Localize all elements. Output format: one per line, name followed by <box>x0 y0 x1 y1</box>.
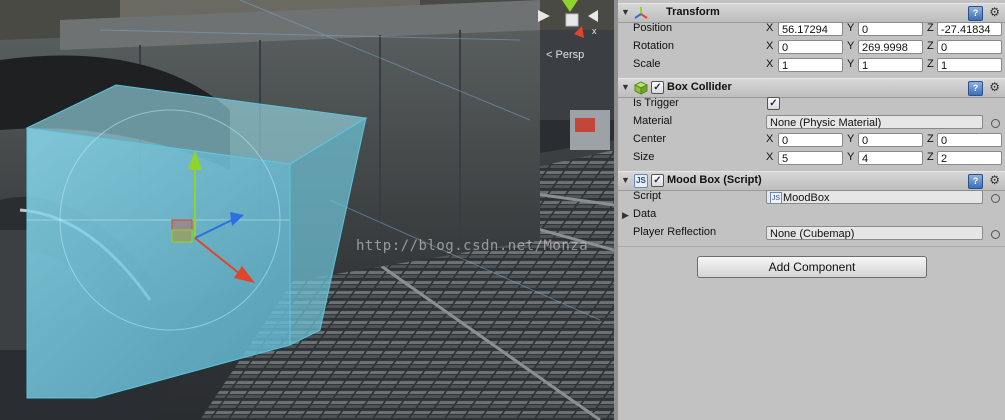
script-file-icon: JS <box>770 192 782 203</box>
mood-box-title: Mood Box (Script) <box>667 174 762 186</box>
inspector-panel: ▼ Transform ? ⚙ Position X 56.17294 Y 0 … <box>618 0 1005 420</box>
position-y-field[interactable]: 0 <box>858 22 923 36</box>
center-x-label: X <box>766 133 774 145</box>
rotation-y-label: Y <box>847 40 855 52</box>
script-field[interactable]: JS MoodBox <box>766 190 983 204</box>
position-x-label: X <box>766 22 774 34</box>
fold-arrow-icon[interactable]: ▼ <box>621 82 630 92</box>
view-mode-label[interactable]: < Persp <box>546 49 584 61</box>
add-component-button[interactable]: Add Component <box>697 256 927 278</box>
center-z-field[interactable]: 0 <box>937 133 1002 147</box>
data-fold-arrow-icon[interactable]: ▶ <box>622 210 629 221</box>
separator <box>618 246 1005 247</box>
scale-z-label: Z <box>927 58 934 70</box>
player-reflection-label: Player Reflection <box>633 226 717 238</box>
fold-arrow-icon[interactable]: ▼ <box>621 175 630 185</box>
size-y-field[interactable]: 4 <box>858 151 923 165</box>
scene-gizmo-icon[interactable]: x <box>530 0 610 45</box>
transform-title: Transform <box>666 6 720 18</box>
scale-label: Scale <box>633 58 661 70</box>
svg-text:x: x <box>592 26 597 36</box>
object-picker-icon[interactable] <box>991 230 1000 239</box>
script-file-icon: JS <box>634 174 648 188</box>
move-gizmo-icon[interactable] <box>160 148 260 288</box>
scale-y-label: Y <box>847 58 855 70</box>
size-y-label: Y <box>847 151 855 163</box>
scale-z-field[interactable]: 1 <box>937 58 1002 72</box>
mood-box-enabled-checkbox[interactable]: ✓ <box>651 174 664 187</box>
position-x-field[interactable]: 56.17294 <box>778 22 843 36</box>
script-label: Script <box>633 190 662 202</box>
gear-icon[interactable]: ⚙ <box>989 5 1000 19</box>
position-y-label: Y <box>847 22 855 34</box>
center-z-label: Z <box>927 133 934 145</box>
box-collider-icon <box>634 81 648 95</box>
position-label: Position <box>633 22 673 34</box>
center-label: Center <box>633 133 667 145</box>
rotation-y-field[interactable]: 269.9998 <box>858 40 923 54</box>
object-picker-icon[interactable] <box>991 119 1000 128</box>
position-z-field[interactable]: -27.41834 <box>937 22 1002 36</box>
scale-x-field[interactable]: 1 <box>778 58 843 72</box>
scale-x-label: X <box>766 58 774 70</box>
player-reflection-field[interactable]: None (Cubemap) <box>766 226 983 240</box>
view-mode-text: Persp <box>555 49 585 61</box>
fold-arrow-icon[interactable]: ▼ <box>621 7 630 17</box>
view-mode-chevron-icon: < <box>546 49 553 61</box>
size-z-label: Z <box>927 151 934 163</box>
gear-icon[interactable]: ⚙ <box>989 80 1000 94</box>
scene-render <box>0 0 614 420</box>
rotation-x-label: X <box>766 40 774 52</box>
box-collider-enabled-checkbox[interactable]: ✓ <box>651 81 664 94</box>
size-x-label: X <box>766 151 774 163</box>
size-label: Size <box>633 151 655 163</box>
script-value: MoodBox <box>783 192 830 204</box>
gear-icon[interactable]: ⚙ <box>989 173 1000 187</box>
position-z-label: Z <box>927 22 934 34</box>
center-y-field[interactable]: 0 <box>858 133 923 147</box>
help-icon[interactable]: ? <box>968 6 983 21</box>
help-icon[interactable]: ? <box>968 174 983 189</box>
rotation-x-field[interactable]: 0 <box>778 40 843 54</box>
size-z-field[interactable]: 2 <box>937 151 1002 165</box>
transform-header[interactable]: ▼ Transform ? ⚙ <box>618 3 1005 23</box>
is-trigger-label: Is Trigger <box>633 97 679 109</box>
mood-box-header[interactable]: ▼ JS ✓ Mood Box (Script) ? ⚙ <box>618 171 1005 191</box>
is-trigger-checkbox[interactable]: ✓ <box>767 97 780 110</box>
material-label: Material <box>633 115 673 127</box>
scene-view[interactable]: x < Persp http://blog.csdn.net/Monza <box>0 0 614 420</box>
center-y-label: Y <box>847 133 855 145</box>
rotation-label: Rotation <box>633 40 674 52</box>
watermark: http://blog.csdn.net/Monza <box>356 238 589 254</box>
help-icon[interactable]: ? <box>968 81 983 96</box>
scale-y-field[interactable]: 1 <box>858 58 923 72</box>
rotation-z-label: Z <box>927 40 934 52</box>
box-collider-header[interactable]: ▼ ✓ Box Collider ? ⚙ <box>618 78 1005 98</box>
center-x-field[interactable]: 0 <box>778 133 843 147</box>
transform-icon <box>634 7 648 19</box>
rotation-z-field[interactable]: 0 <box>937 40 1002 54</box>
object-picker-icon[interactable] <box>991 194 1000 203</box>
data-foldout-label[interactable]: Data <box>633 208 656 220</box>
size-x-field[interactable]: 5 <box>778 151 843 165</box>
box-collider-title: Box Collider <box>667 81 732 93</box>
material-field[interactable]: None (Physic Material) <box>766 115 983 129</box>
